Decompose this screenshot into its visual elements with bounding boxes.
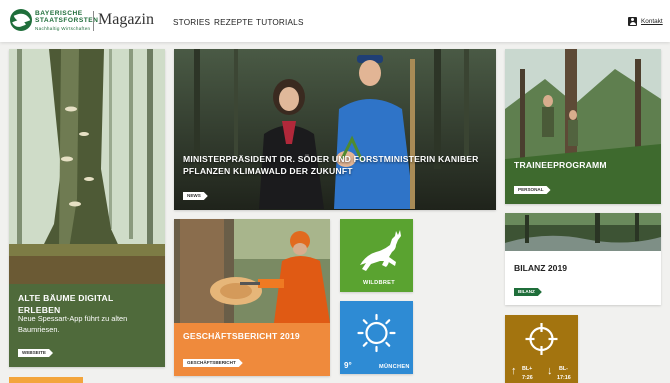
sunrise-label: BL+ (522, 366, 533, 372)
card-bilanz[interactable]: BILANZ 2019 BILANZ (505, 213, 661, 305)
nav-tutorials[interactable]: TUTORIALS (256, 18, 304, 27)
card-klimawald[interactable]: MINISTERPRÄSIDENT DR. SÖDER UND FORSTMIN… (174, 49, 496, 210)
card-traineeprogramm[interactable]: TRAINEEPROGRAMM PERSONAL (505, 49, 661, 204)
klimawald-photo (174, 49, 496, 210)
weather-city: MÜNCHEN (379, 364, 410, 370)
nav-stories[interactable]: STORIES (173, 18, 210, 27)
tile-hunting-times[interactable]: ↑ BL+ 7:26 ↓ BL- 17:16 (505, 315, 578, 383)
card-title: MINISTERPRÄSIDENT DR. SÖDER UND FORSTMIN… (183, 154, 479, 176)
logo-divider (93, 11, 94, 31)
card-description: Neue Spessart-App führt zu alten Baumrie… (18, 314, 128, 334)
logo-line1: BAYERISCHE (35, 10, 83, 17)
contact-label: Kontakt (641, 17, 663, 25)
card-geschaeftsbericht[interactable]: GESCHÄFTSBERICHT 2019 GESCHÄFTSBERICHT (174, 219, 330, 376)
nav-rezepte[interactable]: REZEPTE (214, 18, 253, 27)
trainee-photo (505, 49, 661, 204)
card-alte-baeume[interactable]: ALTE BÄUME DIGITAL ERLEBEN Neue Spessart… (9, 49, 165, 367)
logo-emblem-icon (10, 9, 32, 31)
tag-geschaeftsbericht[interactable]: GESCHÄFTSBERICHT (183, 359, 243, 367)
tag-news[interactable]: NEWS (183, 192, 208, 200)
tile-wildbret[interactable]: WILDBRET (340, 219, 413, 292)
sunset-time: 17:16 (557, 375, 571, 381)
contact-link[interactable]: Kontakt (628, 16, 663, 26)
sunrise-time: 7:26 (522, 375, 533, 381)
magazin-title[interactable]: Magazin (98, 11, 154, 29)
forest-trunk-image (9, 49, 165, 284)
card-title: BILANZ 2019 (514, 263, 568, 273)
card-partial-orange[interactable] (9, 377, 83, 383)
chainsaw-photo (174, 219, 330, 323)
arrow-down-icon: ↓ (547, 365, 553, 377)
card-title: GESCHÄFTSBERICHT 2019 (183, 331, 300, 341)
logo-line2: STAATSFORSTEN (35, 17, 99, 24)
bilanz-photo (505, 213, 661, 251)
tile-label: WILDBRET (363, 280, 395, 286)
sunset-label: BL- (559, 366, 568, 372)
logo-tagline: Nachhaltig Wirtschaften (35, 26, 91, 31)
crosshair-icon (525, 323, 558, 355)
card-title: TRAINEEPROGRAMM (514, 160, 607, 170)
site-header: BAYERISCHE STAATSFORSTEN Nachhaltig Wirt… (0, 0, 670, 42)
tile-weather[interactable]: 9° MÜNCHEN (340, 301, 413, 374)
contact-card-icon (628, 16, 637, 26)
arrow-up-icon: ↑ (511, 365, 517, 377)
tag-webseite[interactable]: WEBSEITE (18, 349, 53, 357)
tag-personal[interactable]: PERSONAL (514, 186, 551, 194)
weather-temperature: 9° (344, 361, 352, 370)
tag-bilanz[interactable]: BILANZ (514, 288, 542, 296)
